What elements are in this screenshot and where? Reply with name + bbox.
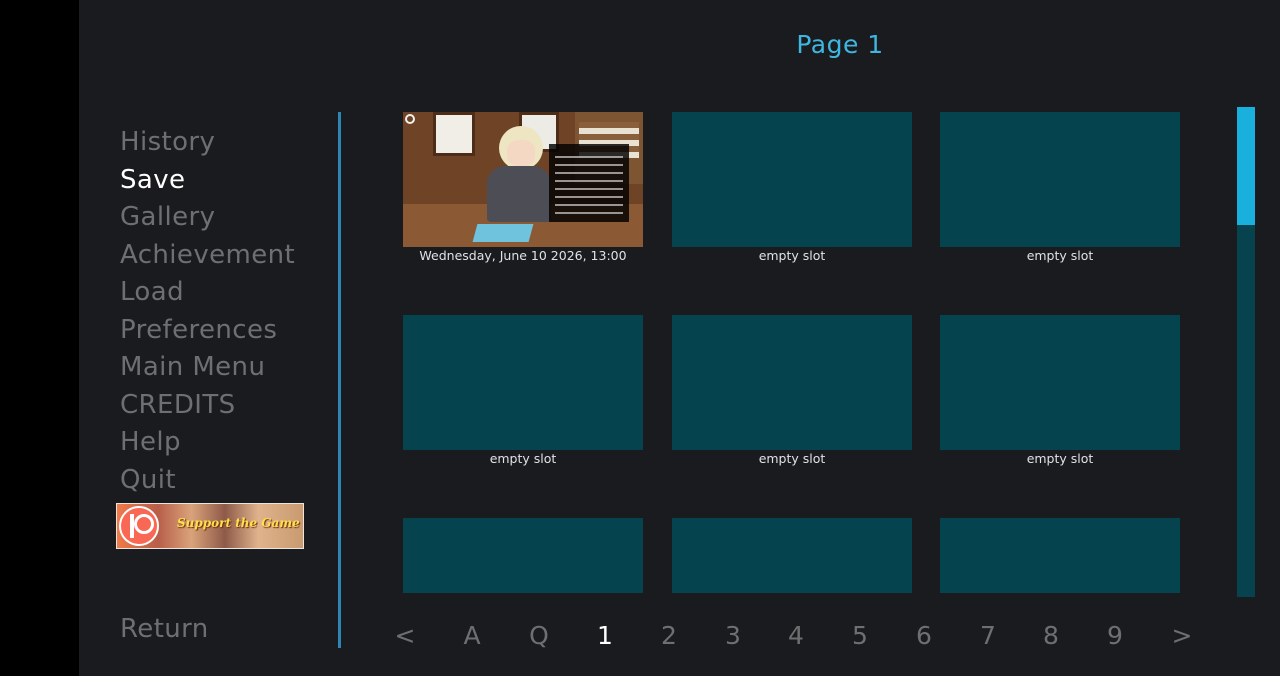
save-slot-1[interactable]: Wednesday, June 10 2026, 13:00 bbox=[403, 112, 643, 263]
save-slot-5[interactable]: empty slot bbox=[672, 315, 912, 466]
save-slot-4[interactable]: empty slot bbox=[403, 315, 643, 466]
save-slot-2[interactable]: empty slot bbox=[672, 112, 912, 263]
page-8-button[interactable]: 8 bbox=[1031, 621, 1071, 650]
menu-item-main-menu[interactable]: Main Menu bbox=[120, 349, 295, 387]
next-page-button[interactable]: > bbox=[1162, 621, 1202, 650]
menu-item-load[interactable]: Load bbox=[120, 274, 295, 312]
support-banner[interactable]: Support the Game bbox=[116, 503, 304, 549]
page-6-button[interactable]: 6 bbox=[904, 621, 944, 650]
quick-saves-page[interactable]: Q bbox=[519, 621, 559, 650]
save-slot-9[interactable] bbox=[940, 518, 1180, 593]
prev-page-button[interactable]: < bbox=[385, 621, 425, 650]
page-5-button[interactable]: 5 bbox=[840, 621, 880, 650]
menu-item-history[interactable]: History bbox=[120, 124, 295, 162]
slot-label: empty slot bbox=[489, 451, 557, 466]
page-title: Page 1 bbox=[796, 30, 884, 59]
save-slot-7[interactable] bbox=[403, 518, 643, 593]
hud-icon bbox=[405, 114, 415, 124]
save-thumbnail bbox=[403, 112, 643, 247]
menu-item-save[interactable]: Save bbox=[120, 162, 295, 200]
page-1-button[interactable]: 1 bbox=[585, 621, 625, 650]
empty-thumbnail bbox=[940, 315, 1180, 450]
menu-item-gallery[interactable]: Gallery bbox=[120, 199, 295, 237]
menu-item-preferences[interactable]: Preferences bbox=[120, 312, 295, 350]
page-9-button[interactable]: 9 bbox=[1095, 621, 1135, 650]
empty-thumbnail bbox=[940, 112, 1180, 247]
page-7-button[interactable]: 7 bbox=[968, 621, 1008, 650]
save-slot-6[interactable]: empty slot bbox=[940, 315, 1180, 466]
support-banner-text: Support the Game bbox=[177, 516, 300, 530]
empty-thumbnail bbox=[672, 518, 912, 593]
empty-thumbnail bbox=[403, 518, 643, 593]
empty-thumbnail bbox=[403, 315, 643, 450]
slot-label: Wednesday, June 10 2026, 13:00 bbox=[419, 248, 627, 263]
page-4-button[interactable]: 4 bbox=[776, 621, 816, 650]
save-slot-3[interactable]: empty slot bbox=[940, 112, 1180, 263]
empty-thumbnail bbox=[672, 315, 912, 450]
empty-thumbnail bbox=[672, 112, 912, 247]
menu-item-achievement[interactable]: Achievement bbox=[120, 237, 295, 275]
save-slot-8[interactable] bbox=[672, 518, 912, 593]
empty-thumbnail bbox=[940, 518, 1180, 593]
game-menu: History Save Gallery Achievement Load Pr… bbox=[120, 124, 295, 499]
page-3-button[interactable]: 3 bbox=[713, 621, 753, 650]
menu-item-quit[interactable]: Quit bbox=[120, 462, 295, 500]
return-button[interactable]: Return bbox=[120, 614, 209, 644]
left-letterbox bbox=[0, 0, 79, 676]
page-2-button[interactable]: 2 bbox=[649, 621, 689, 650]
menu-divider bbox=[338, 112, 341, 648]
scrollbar-thumb[interactable] bbox=[1237, 107, 1255, 225]
menu-item-credits[interactable]: CREDITS bbox=[120, 387, 295, 425]
slot-label: empty slot bbox=[758, 451, 826, 466]
slot-label: empty slot bbox=[758, 248, 826, 263]
patreon-logo-icon bbox=[119, 506, 159, 546]
auto-saves-page[interactable]: A bbox=[452, 621, 492, 650]
slot-label: empty slot bbox=[1026, 451, 1094, 466]
menu-item-help[interactable]: Help bbox=[120, 424, 295, 462]
slot-label: empty slot bbox=[1026, 248, 1094, 263]
